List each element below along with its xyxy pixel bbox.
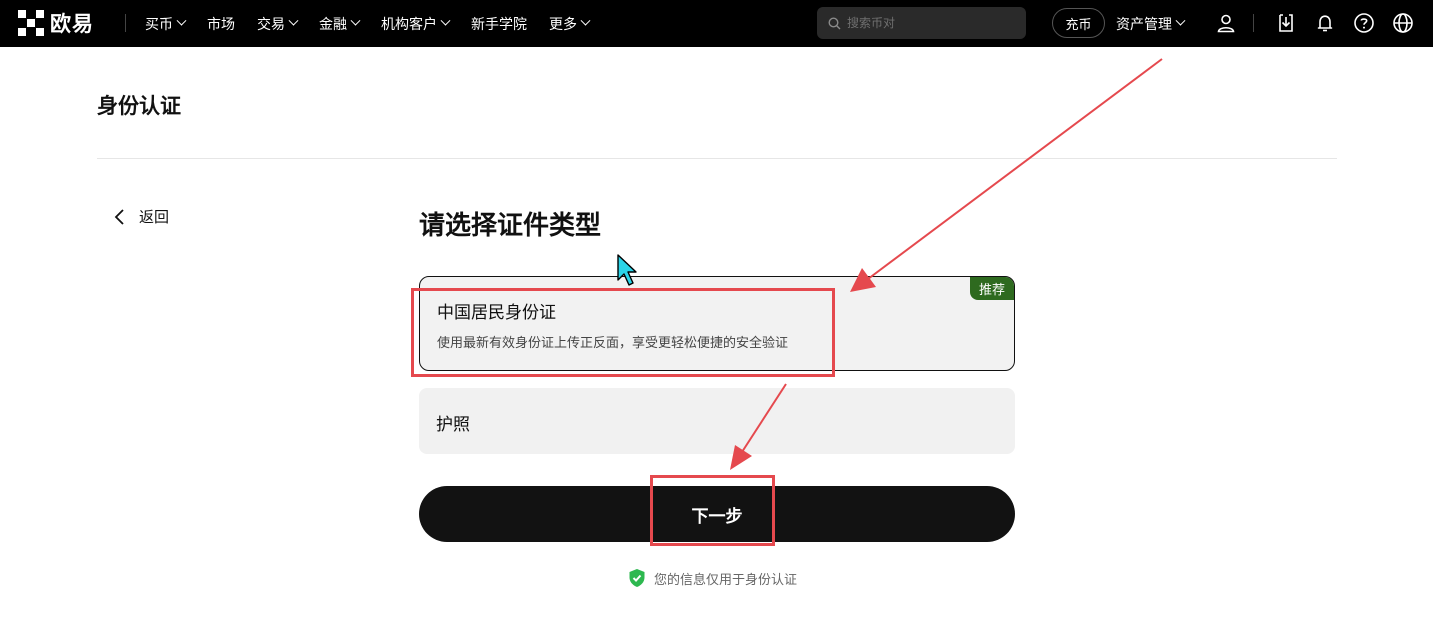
header-icon-group — [1214, 11, 1430, 35]
chevron-down-icon — [350, 15, 361, 26]
nav-item-buy-crypto[interactable]: 买币 — [145, 14, 187, 34]
nav-item-finance[interactable]: 金融 — [319, 14, 361, 34]
search-input[interactable] — [847, 16, 1017, 30]
recommended-badge: 推荐 — [970, 277, 1014, 300]
privacy-note: 您的信息仅用于身份认证 — [628, 568, 797, 588]
icon-divider — [1253, 14, 1254, 32]
option-chinese-id-card[interactable]: 中国居民身份证 使用最新有效身份证上传正反面，享受更轻松便捷的安全验证 推荐 — [419, 276, 1015, 371]
nav-item-trade[interactable]: 交易 — [257, 14, 299, 34]
divider — [97, 158, 1337, 159]
option-description: 使用最新有效身份证上传正反面，享受更轻松便捷的安全验证 — [437, 336, 789, 351]
logo-text: 欧易 — [50, 12, 94, 36]
nav-item-markets[interactable]: 市场 — [207, 14, 235, 34]
assets-menu[interactable]: 资产管理 — [1116, 0, 1186, 47]
main-nav: 买币 市场 交易 金融 机构客户 新手学院 更多 — [145, 0, 611, 47]
download-icon[interactable] — [1274, 11, 1298, 35]
nav-divider — [125, 14, 126, 32]
next-step-button[interactable]: 下一步 — [419, 486, 1015, 542]
search-icon — [828, 16, 841, 29]
option-title: 中国居民身份证 — [437, 303, 556, 323]
top-navigation-bar: 欧易 买币 市场 交易 金融 机构客户 新手学院 更多 充币 资产管理 — [0, 0, 1433, 47]
globe-icon[interactable] — [1391, 11, 1415, 35]
page-title: 身份认证 — [97, 94, 181, 118]
chevron-down-icon — [580, 15, 591, 26]
option-passport[interactable]: 护照 — [419, 388, 1015, 454]
section-heading: 请选择证件类型 — [419, 211, 602, 241]
bell-icon[interactable] — [1313, 11, 1337, 35]
deposit-button[interactable]: 充币 — [1052, 8, 1105, 38]
nav-item-more[interactable]: 更多 — [549, 14, 591, 34]
option-title: 护照 — [436, 415, 470, 435]
shield-check-icon — [629, 569, 645, 587]
nav-item-institutional[interactable]: 机构客户 — [381, 14, 451, 34]
okx-logo[interactable]: 欧易 — [18, 10, 94, 36]
logo-mark-icon — [18, 10, 44, 36]
help-icon[interactable] — [1352, 11, 1376, 35]
chevron-down-icon — [1175, 15, 1186, 26]
chevron-down-icon — [176, 15, 187, 26]
chevron-down-icon — [288, 15, 299, 26]
chevron-down-icon — [440, 15, 451, 26]
chevron-left-icon — [114, 208, 124, 225]
search-box[interactable] — [817, 7, 1026, 39]
user-icon[interactable] — [1214, 11, 1238, 35]
nav-item-learn[interactable]: 新手学院 — [471, 14, 527, 34]
annotation-arrow — [850, 58, 1163, 292]
back-link[interactable]: 返回 — [113, 206, 169, 227]
